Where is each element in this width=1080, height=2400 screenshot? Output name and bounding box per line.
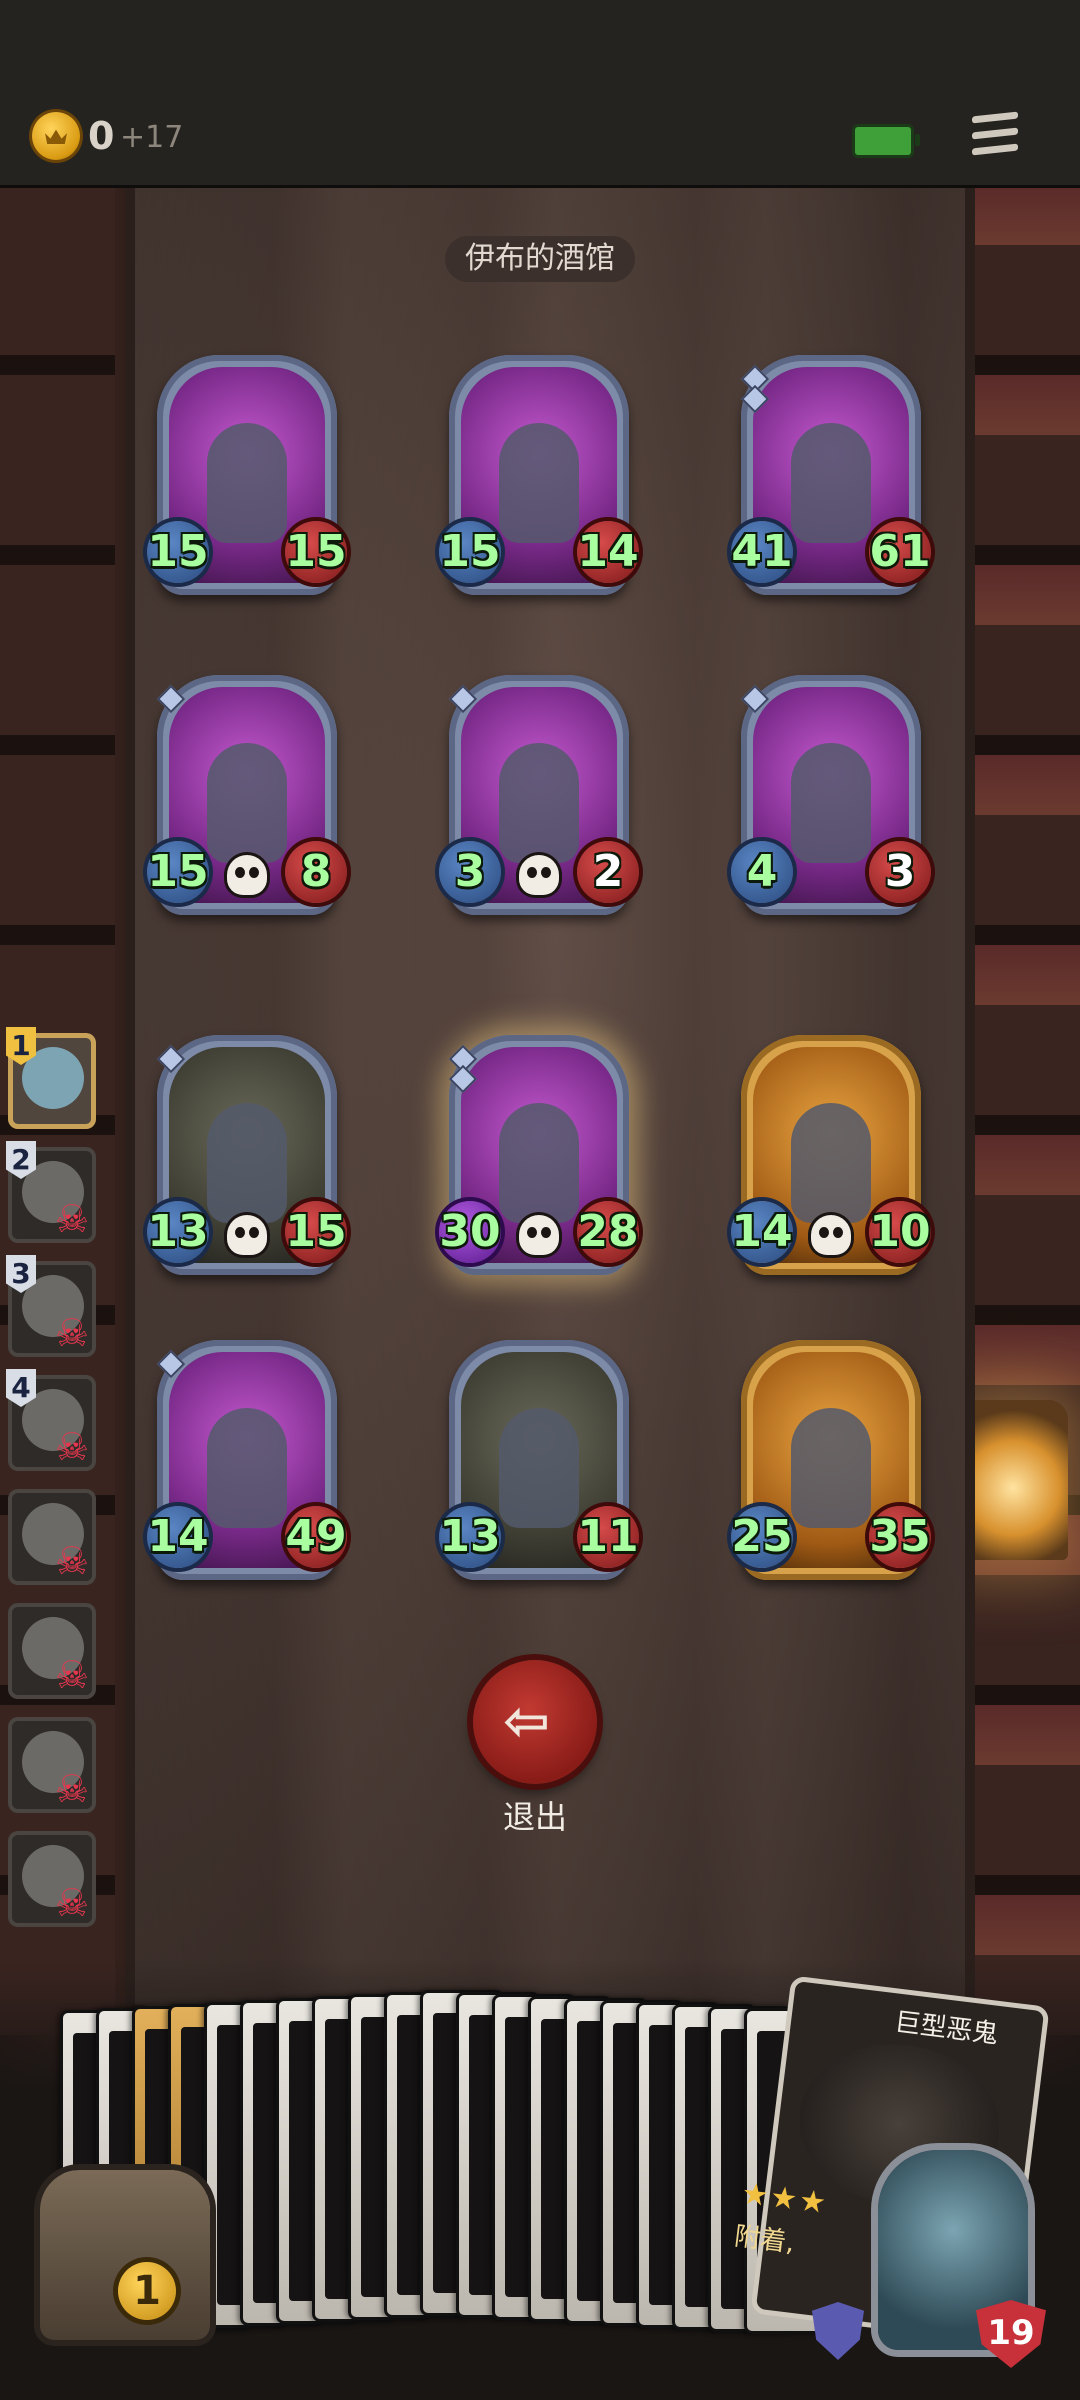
minion-figure (499, 423, 579, 543)
opponent-portrait[interactable]: 2 ☠ (6, 1141, 96, 1243)
gold-income: +17 (120, 120, 184, 155)
deathrattle-skull-icon (519, 855, 559, 895)
minion-card[interactable]: 41 61 (731, 355, 931, 595)
minion-attack: 15 (439, 521, 501, 583)
opponent-portrait[interactable]: 4 ☠ (6, 1369, 96, 1471)
minion-card[interactable]: 14 49 (147, 1340, 347, 1580)
right-bookshelf (965, 185, 1080, 2035)
eliminated-skull-icon: ☠ (54, 1881, 90, 1925)
minion-card[interactable]: 14 10 (731, 1035, 931, 1275)
deathrattle-skull-icon (227, 855, 267, 895)
minion-attack: 41 (731, 521, 793, 583)
minion-health: 3 (869, 841, 931, 903)
opponent-portrait[interactable]: ☠ (8, 1831, 96, 1927)
eliminated-skull-icon: ☠ (54, 1311, 90, 1355)
minion-attack: 14 (731, 1201, 793, 1263)
top-bar: 0 +17 (0, 0, 1080, 188)
minion-health: 35 (869, 1506, 931, 1568)
featured-card-text: 附着, (732, 2221, 797, 2259)
minion-health: 15 (285, 1201, 347, 1263)
minion-card[interactable]: 30 28 (439, 1035, 639, 1275)
minion-figure (499, 1408, 579, 1528)
minion-attack: 15 (147, 841, 209, 903)
minion-card[interactable]: 13 11 (439, 1340, 639, 1580)
minion-health: 2 (577, 841, 639, 903)
minion-attack: 13 (147, 1201, 209, 1263)
deathrattle-skull-icon (227, 1215, 267, 1255)
minion-card[interactable]: 15 15 (147, 355, 347, 595)
minion-attack: 14 (147, 1506, 209, 1568)
back-arrow-icon: ⇦ (503, 1689, 550, 1754)
menu-bar-icon (972, 127, 1018, 140)
minion-card[interactable]: 25 35 (731, 1340, 931, 1580)
minion-card[interactable]: 15 8 (147, 675, 347, 915)
opponent-portrait[interactable]: 3 ☠ (6, 1255, 96, 1357)
eliminated-skull-icon: ☠ (54, 1425, 90, 1469)
minion-figure (499, 743, 579, 863)
minion-figure (207, 423, 287, 543)
tavern-title: 伊布的酒馆 (445, 236, 635, 282)
exit-button[interactable]: ⇦ (473, 1660, 597, 1784)
minion-attack: 13 (439, 1506, 501, 1568)
eliminated-skull-icon: ☠ (54, 1767, 90, 1811)
minion-figure (791, 743, 871, 863)
minion-figure (207, 1103, 287, 1223)
minion-figure (791, 423, 871, 543)
minion-figure (499, 1103, 579, 1223)
gold-coin-icon (32, 112, 80, 160)
minion-figure (207, 1408, 287, 1528)
minion-card[interactable]: 13 15 (147, 1035, 347, 1275)
battery-icon (852, 124, 920, 158)
menu-button[interactable] (968, 108, 1024, 164)
minion-health: 15 (285, 521, 347, 583)
minion-attack: 25 (731, 1506, 793, 1568)
menu-bar-icon (972, 143, 1018, 156)
exit-label: 退出 (502, 1798, 567, 1836)
minion-health: 61 (869, 521, 931, 583)
minion-figure (791, 1103, 871, 1223)
deathrattle-skull-icon (519, 1215, 559, 1255)
menu-bar-icon (972, 111, 1018, 124)
treasure-chest-icon[interactable] (40, 2170, 210, 2340)
opponent-portrait[interactable]: 1 (6, 1027, 96, 1129)
minion-health: 14 (577, 521, 639, 583)
minion-attack: 4 (731, 841, 793, 903)
chest-level-badge: 1 (118, 2262, 176, 2320)
minion-card[interactable]: 43 (731, 675, 931, 915)
minion-card[interactable]: 32 (439, 675, 639, 915)
opponent-portrait[interactable]: ☠ (8, 1489, 96, 1585)
minion-health: 49 (285, 1506, 347, 1568)
minion-health: 28 (577, 1201, 639, 1263)
eliminated-skull-icon: ☠ (54, 1197, 90, 1241)
minion-health: 10 (869, 1201, 931, 1263)
deathrattle-skull-icon (811, 1215, 851, 1255)
minion-figure (207, 743, 287, 863)
eliminated-skull-icon: ☠ (54, 1539, 90, 1583)
game-screen: 0 +17 伊布的酒馆 15 15 15 14 41 61 15 8 3 2 4 3 13 15 30 28 1… (0, 0, 1080, 2400)
minion-health: 8 (285, 841, 347, 903)
minion-health: 11 (577, 1506, 639, 1568)
eliminated-skull-icon: ☠ (54, 1653, 90, 1697)
minion-card[interactable]: 15 14 (439, 355, 639, 595)
minion-figure (791, 1408, 871, 1528)
minion-attack: 3 (439, 841, 501, 903)
opponent-portrait[interactable]: ☠ (8, 1603, 96, 1699)
opponent-portrait[interactable]: ☠ (8, 1717, 96, 1813)
minion-attack: 15 (147, 521, 209, 583)
minion-attack: 30 (439, 1201, 501, 1263)
gold-count: 0 (88, 114, 115, 158)
